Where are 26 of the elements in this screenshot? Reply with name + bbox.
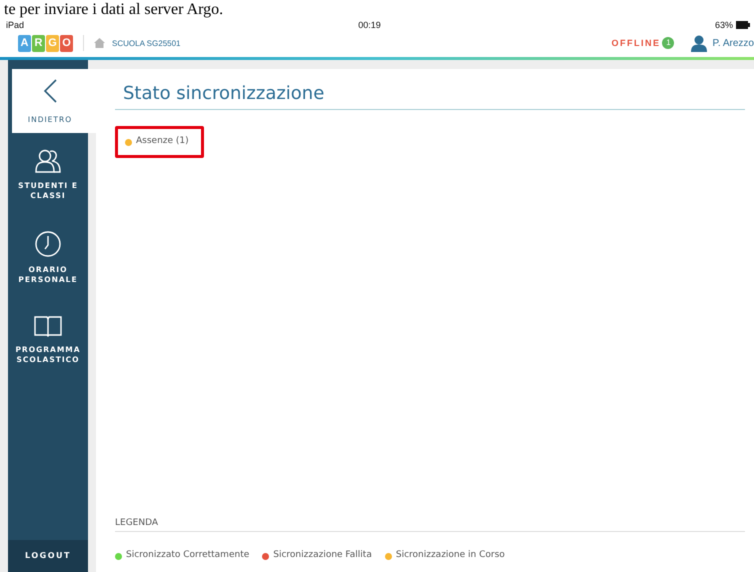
user-name-link[interactable]: P. Arezzo <box>712 38 754 48</box>
logo-letter: G <box>46 34 59 52</box>
sync-item-label: Assenze (1) <box>136 136 189 146</box>
connection-status: OFFLINE <box>611 38 660 48</box>
device-name: iPad <box>6 20 24 30</box>
logout-button[interactable]: LOGOUT <box>8 540 88 572</box>
legend-label: Sicronizzazione Fallita <box>273 550 372 560</box>
clock-time: 00:19 <box>358 20 381 30</box>
people-icon <box>35 149 61 173</box>
logo-letter: A <box>18 34 31 52</box>
legend-label: Sicronizzazione in Corso <box>396 550 505 560</box>
back-chevron-icon <box>43 79 57 103</box>
legend-title: LEGENDA <box>115 518 745 532</box>
home-icon <box>94 38 105 48</box>
clock-icon <box>35 231 61 257</box>
battery-percent: 63% <box>714 20 733 30</box>
battery-icon <box>736 21 750 29</box>
caption-text: te per inviare i dati al server Argo. <box>3 0 224 19</box>
page-title: Stato sincronizzazione <box>115 83 745 110</box>
school-name: SCUOLA SG25501 <box>112 38 180 48</box>
logo-letter: O <box>60 34 73 52</box>
logo-letter: R <box>32 34 45 52</box>
open-book-icon <box>34 315 62 337</box>
pending-count-badge: 1 <box>662 37 674 49</box>
legend-label: Sicronizzato Correttamente <box>126 550 250 560</box>
user-icon <box>691 34 708 52</box>
